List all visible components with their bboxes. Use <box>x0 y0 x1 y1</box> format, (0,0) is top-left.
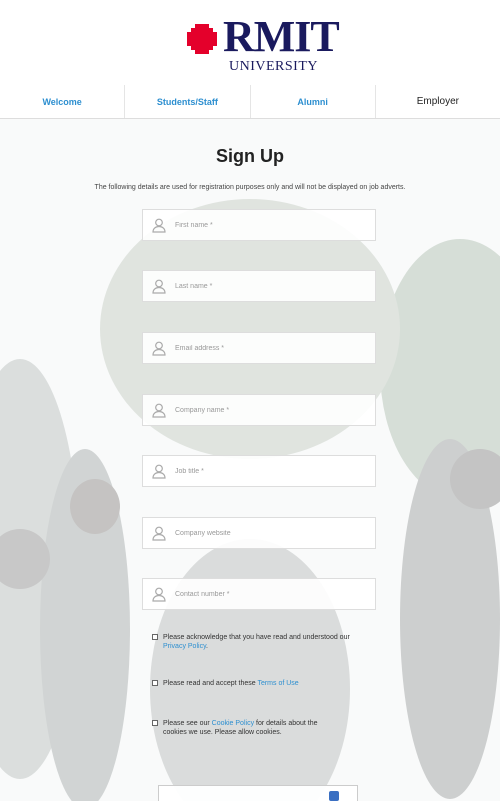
tab-employer[interactable]: Employer <box>376 85 500 118</box>
brand-sub: UNIVERSITY <box>229 59 318 74</box>
rmit-pixel-mark-icon <box>187 24 217 54</box>
form-subtitle: The following details are used for regis… <box>94 184 406 191</box>
company-name-input[interactable] <box>175 395 371 425</box>
company-website-input[interactable] <box>175 518 371 548</box>
privacy-checkbox[interactable] <box>152 634 158 640</box>
person-icon <box>152 218 166 233</box>
person-icon <box>152 526 166 541</box>
terms-label: Please read and accept these Terms of Us… <box>163 680 299 687</box>
terms-checkbox-row: Please read and accept these Terms of Us… <box>152 679 337 688</box>
brand-name: RMIT <box>223 12 340 61</box>
recaptcha-widget[interactable] <box>158 785 358 801</box>
cookie-label: Please see our Cookie Policy for details… <box>163 720 318 736</box>
email-field <box>142 332 376 364</box>
contact-number-input[interactable] <box>175 579 371 609</box>
cookie-checkbox-row: Please see our Cookie Policy for details… <box>152 719 342 737</box>
first-name-input[interactable] <box>175 210 371 240</box>
cookie-policy-link[interactable]: Cookie Policy <box>212 720 254 727</box>
tab-alumni[interactable]: Alumni <box>251 85 376 118</box>
email-input[interactable] <box>175 333 371 363</box>
cookie-checkbox[interactable] <box>152 720 158 726</box>
first-name-field <box>142 209 376 241</box>
recaptcha-icon <box>329 791 339 801</box>
page-title: Sign Up <box>216 146 284 166</box>
company-website-field <box>142 517 376 549</box>
job-title-input[interactable] <box>175 456 371 486</box>
tab-welcome[interactable]: Welcome <box>0 85 126 118</box>
person-icon <box>152 464 166 479</box>
person-icon <box>152 279 166 294</box>
person-icon <box>152 403 166 418</box>
last-name-input[interactable] <box>175 271 371 301</box>
rmit-logo[interactable]: RMIT UNIVERSITY <box>185 12 345 74</box>
terms-of-use-link[interactable]: Terms of Use <box>257 680 298 687</box>
person-icon <box>152 341 166 356</box>
nav-tabs: Welcome Students/Staff Alumni Employer <box>0 85 500 119</box>
contact-number-field <box>142 578 376 610</box>
tab-students-staff[interactable]: Students/Staff <box>125 85 251 118</box>
job-title-field <box>142 455 376 487</box>
terms-checkbox[interactable] <box>152 680 158 686</box>
privacy-label: Please acknowledge that you have read an… <box>163 634 350 650</box>
header: RMIT UNIVERSITY <box>0 0 500 80</box>
privacy-policy-link[interactable]: Privacy Policy <box>163 643 206 650</box>
company-name-field <box>142 394 376 426</box>
privacy-checkbox-row: Please acknowledge that you have read an… <box>152 633 372 651</box>
last-name-field <box>142 270 376 302</box>
person-icon <box>152 587 166 602</box>
